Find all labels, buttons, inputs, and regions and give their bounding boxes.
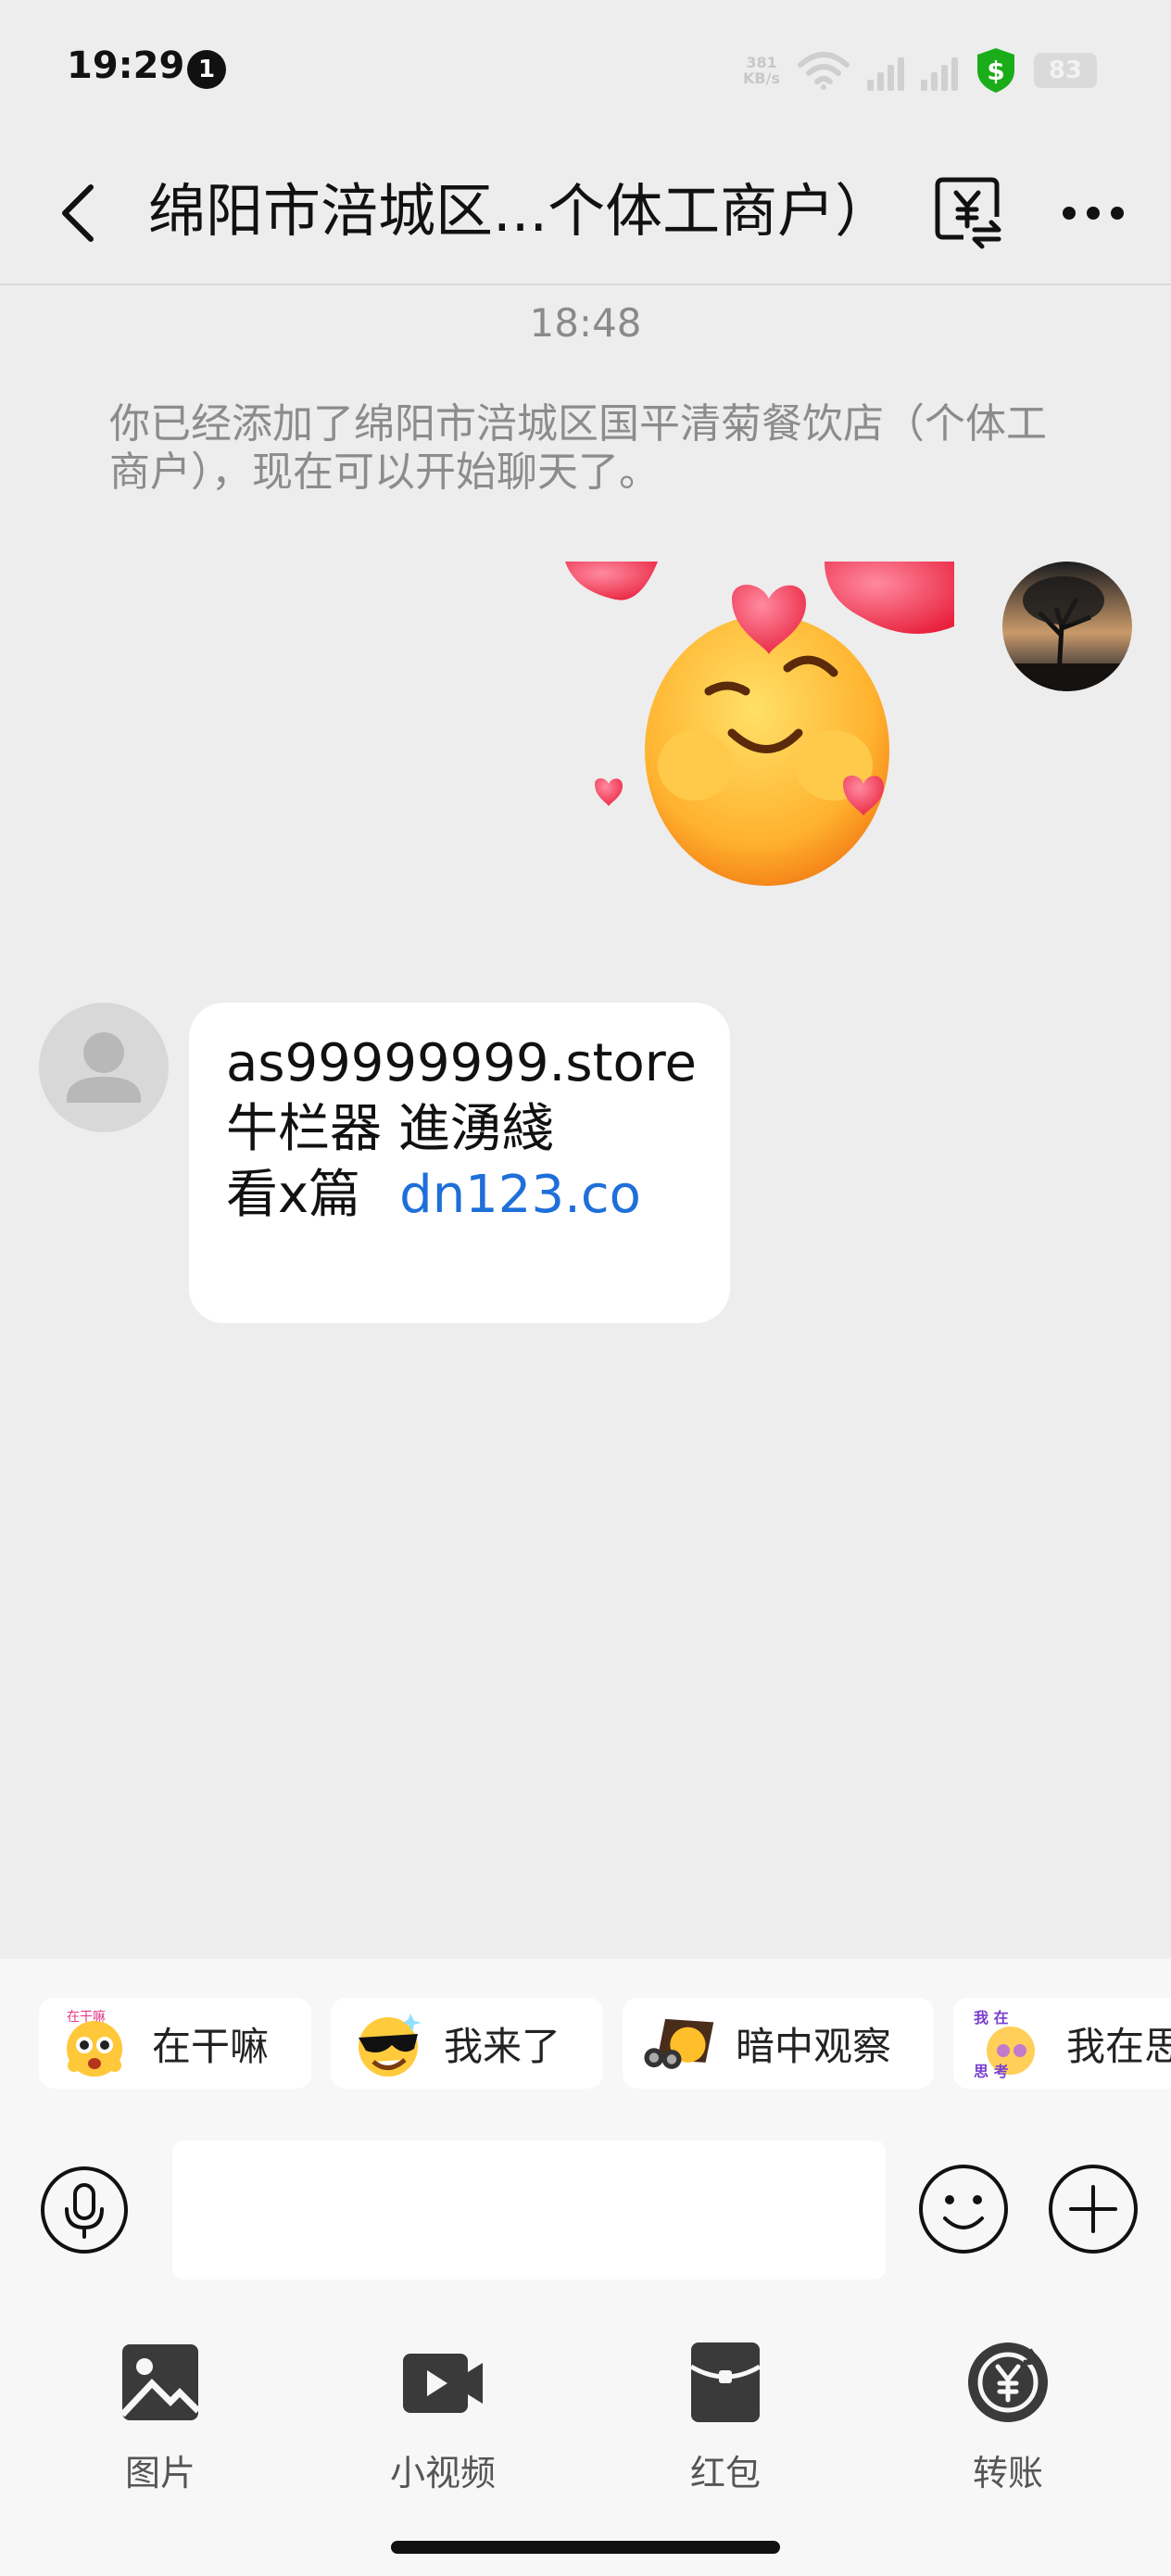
- status-icons: 381 KB/s $ 83: [743, 46, 1097, 95]
- network-speed: 381 KB/s: [743, 54, 780, 87]
- quick-reply-label: 在干嘛: [152, 2023, 270, 2069]
- signal-icon: [867, 50, 904, 91]
- quick-reply-label: 暗中观察: [736, 2023, 892, 2069]
- thinking-sticker: 我 在 思 考: [974, 2009, 1035, 2080]
- plus-circle-icon[interactable]: [1047, 2163, 1140, 2255]
- quick-reply-chip[interactable]: 我 在 思 考 我在思考: [953, 1998, 1171, 2089]
- quick-reply-chip[interactable]: 在干嘛 在干嘛: [39, 1998, 311, 2089]
- hugging-face-hearts-sticker[interactable]: [556, 562, 963, 895]
- tool-image[interactable]: 图片: [68, 2341, 253, 2507]
- quick-reply-label: 我在思考: [1066, 2023, 1171, 2069]
- default-person-icon: [67, 1032, 141, 1103]
- sunglasses-face-sticker: [359, 2014, 422, 2077]
- svg-text:$: $: [987, 56, 1004, 86]
- chat-area[interactable]: 18:48 你已经添加了绵阳市涪城区国平清菊餐饮店（个体工商户），现在可以开始聊…: [0, 287, 1171, 1955]
- video-icon: [403, 2354, 483, 2413]
- message-line-2: 牛栏器 進湧綫: [226, 1099, 554, 1159]
- red-packet-icon: [689, 2342, 762, 2422]
- message-line-3: 看x篇 dn123.co: [226, 1165, 641, 1225]
- image-icon: [120, 2344, 201, 2420]
- wifi-icon: [798, 52, 850, 90]
- quick-reply-chip[interactable]: 我来了: [331, 1998, 603, 2089]
- tool-label: 小视频: [389, 2453, 496, 2494]
- svg-text:思 考: 思 考: [974, 2063, 1009, 2080]
- binoculars-sticker: [644, 2018, 714, 2069]
- shield-dollar-icon: $: [977, 48, 1014, 93]
- notification-badge: 1: [187, 50, 226, 89]
- message-timestamp: 18:48: [529, 300, 642, 346]
- contact-avatar[interactable]: [39, 1003, 169, 1132]
- tool-label: 红包: [689, 2453, 761, 2494]
- signal-icon-2: [921, 50, 958, 91]
- tool-label: 图片: [124, 2453, 195, 2494]
- quick-reply-chip[interactable]: 暗中观察: [623, 1998, 934, 2089]
- more-dots-icon[interactable]: [1062, 195, 1125, 232]
- message-line-1: as99999999.store: [226, 1033, 697, 1093]
- tool-label: 转账: [972, 2453, 1043, 2494]
- tool-red-packet[interactable]: 红包: [633, 2341, 818, 2507]
- microphone-icon[interactable]: [39, 2165, 130, 2255]
- svg-text:在干嘛: 在干嘛: [67, 2010, 106, 2025]
- input-panel: 在干嘛 在干嘛 我来了 暗中观察 我 在 思 考 我在思 图片 小视频 红包 转…: [0, 1959, 1171, 2576]
- chat-header: 绵阳市涪城区...个体工商户）: [0, 139, 1171, 285]
- system-message: 你已经添加了绵阳市涪城区国平清菊餐饮店（个体工商户），现在可以开始聊天了。: [109, 400, 1047, 496]
- my-avatar[interactable]: [1002, 562, 1132, 691]
- battery-indicator: 83: [1034, 53, 1097, 88]
- tool-transfer[interactable]: 转账: [915, 2341, 1101, 2507]
- home-indicator[interactable]: [391, 2541, 780, 2554]
- smiley-icon[interactable]: [917, 2163, 1010, 2255]
- status-bar: 19:29 1 381 KB/s $ 83: [0, 0, 1171, 139]
- quick-reply-label: 我来了: [444, 2023, 561, 2069]
- received-message-bubble[interactable]: as99999999.store 牛栏器 進湧綫 看x篇 dn123.co: [189, 1003, 730, 1323]
- tool-video[interactable]: 小视频: [350, 2341, 535, 2507]
- quick-reply-row[interactable]: 在干嘛 在干嘛 我来了 暗中观察 我 在 思 考 我在思: [0, 1998, 1171, 2090]
- svg-text:我 在: 我 在: [974, 2009, 1009, 2027]
- shocked-face-sticker: 在干嘛: [67, 2010, 122, 2077]
- message-link[interactable]: dn123.co: [399, 1165, 641, 1225]
- chevron-left-icon[interactable]: [52, 176, 104, 250]
- transfer-icon: [968, 2342, 1048, 2422]
- chat-title: 绵阳市涪城区...个体工商户）: [148, 177, 889, 245]
- yuan-transfer-icon[interactable]: [930, 170, 1004, 252]
- tree-sunset-avatar-image: [1002, 562, 1132, 691]
- status-time: 19:29: [67, 44, 185, 87]
- attachment-tools: 图片 小视频 红包 转账: [0, 2341, 1171, 2507]
- message-input[interactable]: [172, 2140, 886, 2279]
- input-row: [0, 2140, 1171, 2289]
